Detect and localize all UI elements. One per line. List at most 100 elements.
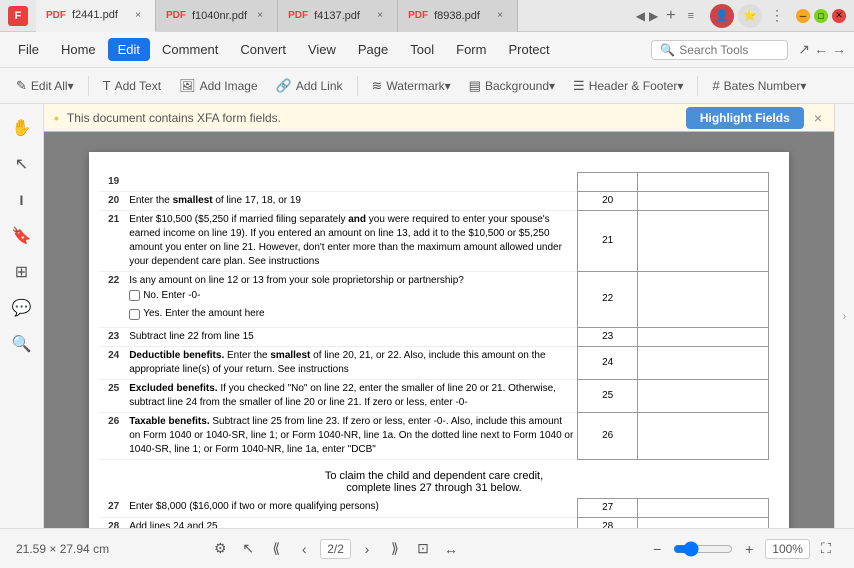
highlight-fields-button[interactable]: Highlight Fields (686, 107, 804, 129)
line-23-text: Subtract line 22 from line 15 (125, 327, 578, 346)
menu-convert[interactable]: Convert (230, 38, 296, 61)
content-area[interactable]: 19 20 Enter the smallest of line 17, 18,… (44, 132, 834, 528)
nav-cursor-button[interactable]: ↖ (236, 537, 260, 561)
add-link-button[interactable]: 🔗 Add Link (268, 74, 351, 98)
credit-heading-line2: complete lines 27 through 31 below. (99, 482, 769, 494)
nav-prev-button[interactable]: ‹ (292, 537, 316, 561)
tabs-actions: ◀ ▶ + ≡ (628, 7, 702, 25)
search-tools[interactable]: 🔍 (651, 40, 788, 60)
maximize-button[interactable]: □ (814, 9, 828, 23)
tab-close-tab2[interactable]: × (253, 9, 267, 23)
zoom-slider[interactable] (673, 541, 733, 557)
add-image-button[interactable]: 🖼 Add Image (171, 74, 266, 98)
input-box-28[interactable]: 28 (578, 517, 638, 528)
back-icon[interactable]: ← (814, 41, 828, 58)
tab-scroll-left[interactable]: ◀ (636, 9, 645, 23)
zoom-out-button[interactable]: − (645, 537, 669, 561)
pdf-icon: PDF (166, 10, 186, 21)
side-toolbar: ✋ ↖ I 🔖 ⊞ 💬 🔍 (0, 104, 44, 528)
tab-close-tab4[interactable]: × (493, 9, 507, 23)
fullscreen-button[interactable]: ⛶ (814, 537, 838, 561)
minimize-button[interactable]: ─ (796, 9, 810, 23)
line-number-25: 25 (99, 379, 125, 412)
checkbox-no[interactable]: No. Enter -0- (129, 289, 200, 303)
nav-tools-button[interactable]: ⚙ (208, 537, 232, 561)
select-tool-button[interactable]: ↖ (6, 148, 38, 180)
menu-home[interactable]: Home (51, 38, 106, 61)
background-button[interactable]: ▤ Background▾ (461, 74, 563, 98)
tab-close-tab1[interactable]: × (131, 8, 145, 22)
nav-last-button[interactable]: ⟫ (383, 537, 407, 561)
input-box-22[interactable]: 22 (578, 271, 638, 327)
hand-tool-button[interactable]: ✋ (6, 112, 38, 144)
forward-icon[interactable]: → (832, 41, 846, 58)
tab-tab4[interactable]: PDF f8938.pdf × (398, 0, 518, 32)
input-box-21[interactable]: 21 (578, 210, 638, 271)
right-panel-toggle[interactable]: › (837, 301, 853, 331)
input-box-25[interactable]: 25 (578, 379, 638, 412)
header-footer-button[interactable]: ☰ Header & Footer▾ (565, 74, 691, 98)
right-toolbar: › (834, 104, 854, 528)
input-box-26[interactable]: 26 (578, 412, 638, 459)
tab-tab2[interactable]: PDF f1040nr.pdf × (156, 0, 278, 32)
text-tool-button[interactable]: I (6, 184, 38, 216)
add-tab-button[interactable]: + (666, 7, 675, 25)
menu-comment[interactable]: Comment (152, 38, 228, 61)
pdf-page: 19 20 Enter the smallest of line 17, 18,… (89, 152, 789, 528)
menu-edit[interactable]: Edit (108, 38, 150, 61)
menu-tool[interactable]: Tool (400, 38, 444, 61)
close-button[interactable]: ✕ (832, 9, 846, 23)
upgrade-icon[interactable]: ⭐ (738, 4, 762, 28)
menu-page[interactable]: Page (348, 38, 398, 61)
zoom-in-button[interactable]: + (737, 537, 761, 561)
menu-dots[interactable]: ⋮ (766, 7, 788, 24)
bates-number-button[interactable]: # Bates Number▾ (704, 74, 814, 97)
tab-tab3[interactable]: PDF f4137.pdf × (278, 0, 398, 32)
search-button[interactable]: 🔍 (6, 328, 38, 360)
nav-first-button[interactable]: ⟪ (264, 537, 288, 561)
menu-view[interactable]: View (298, 38, 346, 61)
thumbnail-button[interactable]: ⊞ (6, 256, 38, 288)
zoom-controls: − + 100% ⛶ (645, 537, 838, 561)
menu-form[interactable]: Form (446, 38, 496, 61)
line-21-text: Enter $10,500 ($5,250 if married filing … (125, 210, 578, 271)
tab-tab1[interactable]: PDF f2441.pdf × (36, 0, 156, 32)
line-number-21: 21 (99, 210, 125, 271)
comment-button[interactable]: 💬 (6, 292, 38, 324)
xfa-close-button[interactable]: × (812, 108, 824, 128)
nav-next-button[interactable]: › (355, 537, 379, 561)
page-indicator[interactable]: 2/2 (320, 539, 351, 559)
tab-close-tab3[interactable]: × (373, 9, 387, 23)
line-24-text: Deductible benefits. Enter the smallest … (125, 346, 578, 379)
checkbox-yes-input[interactable] (129, 309, 140, 320)
menu-file[interactable]: File (8, 38, 49, 61)
input-box-19[interactable] (578, 173, 638, 192)
add-text-button[interactable]: T Add Text (95, 74, 169, 97)
menu-protect[interactable]: Protect (498, 38, 559, 61)
edit-all-button[interactable]: ✎ Edit All▾ (8, 74, 82, 98)
line-number-26: 26 (99, 412, 125, 459)
input-box-20[interactable]: 20 (578, 191, 638, 210)
external-link-icon[interactable]: ↗ (798, 41, 810, 58)
watermark-button[interactable]: ≋ Watermark▾ (364, 74, 459, 98)
tab-scroll-right[interactable]: ▶ (649, 9, 658, 23)
search-input[interactable] (679, 43, 779, 57)
user-avatar[interactable]: 👤 (710, 4, 734, 28)
table-row: 24 Deductible benefits. Enter the smalle… (99, 346, 769, 379)
bookmark-button[interactable]: 🔖 (6, 220, 38, 252)
zoom-level[interactable]: 100% (765, 539, 810, 559)
menu-bar: File Home Edit Comment Convert View Page… (0, 32, 854, 68)
input-box-27[interactable]: 27 (578, 498, 638, 517)
input-box-23[interactable]: 23 (578, 327, 638, 346)
input-box-24[interactable]: 24 (578, 346, 638, 379)
search-icon: 🔍 (660, 43, 675, 57)
tab-overflow[interactable]: ≡ (688, 10, 694, 22)
fit-page-button[interactable]: ⊡ (411, 537, 435, 561)
checkbox-no-input[interactable] (129, 290, 140, 301)
tab-filename: f2441.pdf (72, 9, 118, 21)
add-image-label: Add Image (200, 79, 258, 93)
checkbox-yes[interactable]: Yes. Enter the amount here (129, 307, 264, 321)
title-bar: F PDF f2441.pdf × PDF f1040nr.pdf × PDF … (0, 0, 854, 32)
edit-toolbar: ✎ Edit All▾ T Add Text 🖼 Add Image 🔗 Add… (0, 68, 854, 104)
fit-width-button[interactable]: ↔ (439, 537, 463, 561)
